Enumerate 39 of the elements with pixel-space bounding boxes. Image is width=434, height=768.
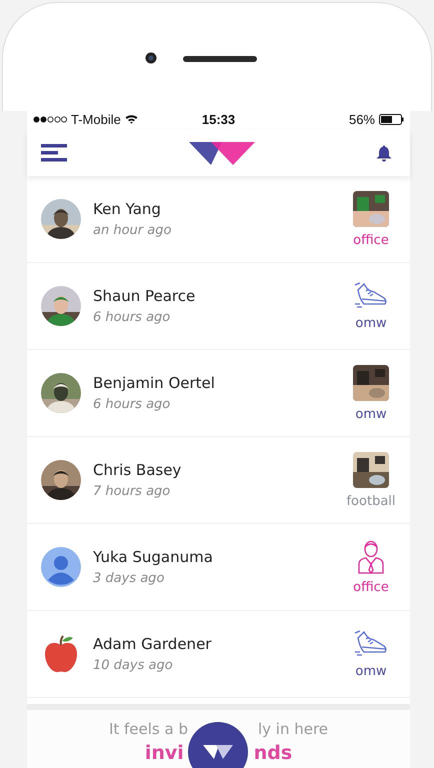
sneaker-icon xyxy=(354,282,388,310)
activity-label: omw xyxy=(355,406,387,422)
signal-icon xyxy=(33,116,67,122)
activity-label: omw xyxy=(355,316,387,330)
bell-icon[interactable] xyxy=(376,144,392,162)
sneaker-icon xyxy=(354,630,388,658)
battery-icon xyxy=(379,114,404,124)
check-in-button[interactable] xyxy=(188,722,248,768)
clock-time: 15:33 xyxy=(202,112,236,126)
carrier-name: T-Mobile xyxy=(71,112,121,126)
timestamp: 3 days ago xyxy=(93,571,166,586)
timestamp: 7 hours ago xyxy=(93,484,172,499)
contact-name: Yuka Suganuma xyxy=(93,548,214,566)
logo-icon xyxy=(203,744,233,760)
invite-link[interactable]: invi xyxy=(144,742,184,764)
contact-name: Chris Basey xyxy=(93,461,182,479)
activity-label: omw xyxy=(355,664,387,678)
logo-icon xyxy=(188,142,254,164)
wifi-icon xyxy=(124,114,138,124)
timestamp: 6 hours ago xyxy=(93,397,172,412)
empty-message: It feels a b xyxy=(108,720,188,738)
apple-icon xyxy=(43,635,79,673)
activity-label: office xyxy=(353,580,389,594)
contact-name: Benjamin Oertel xyxy=(93,374,216,392)
camera-icon xyxy=(145,52,157,64)
timestamp: 6 hours ago xyxy=(93,310,172,325)
activity-label: football xyxy=(346,494,396,508)
timestamp: an hour ago xyxy=(93,223,172,238)
timestamp: 10 days ago xyxy=(93,658,174,673)
activity-label: office xyxy=(353,232,389,248)
battery-percent: 56% xyxy=(348,112,375,126)
avatar-silhouette-icon xyxy=(41,547,81,587)
invite-link[interactable]: nds xyxy=(254,742,292,764)
businessman-icon xyxy=(357,540,385,574)
menu-icon[interactable] xyxy=(41,144,67,162)
contact-name: Shaun Pearce xyxy=(93,287,196,305)
contact-name: Ken Yang xyxy=(93,200,162,218)
contact-name: Adam Gardener xyxy=(93,635,212,653)
empty-message: ly in here xyxy=(258,720,328,738)
